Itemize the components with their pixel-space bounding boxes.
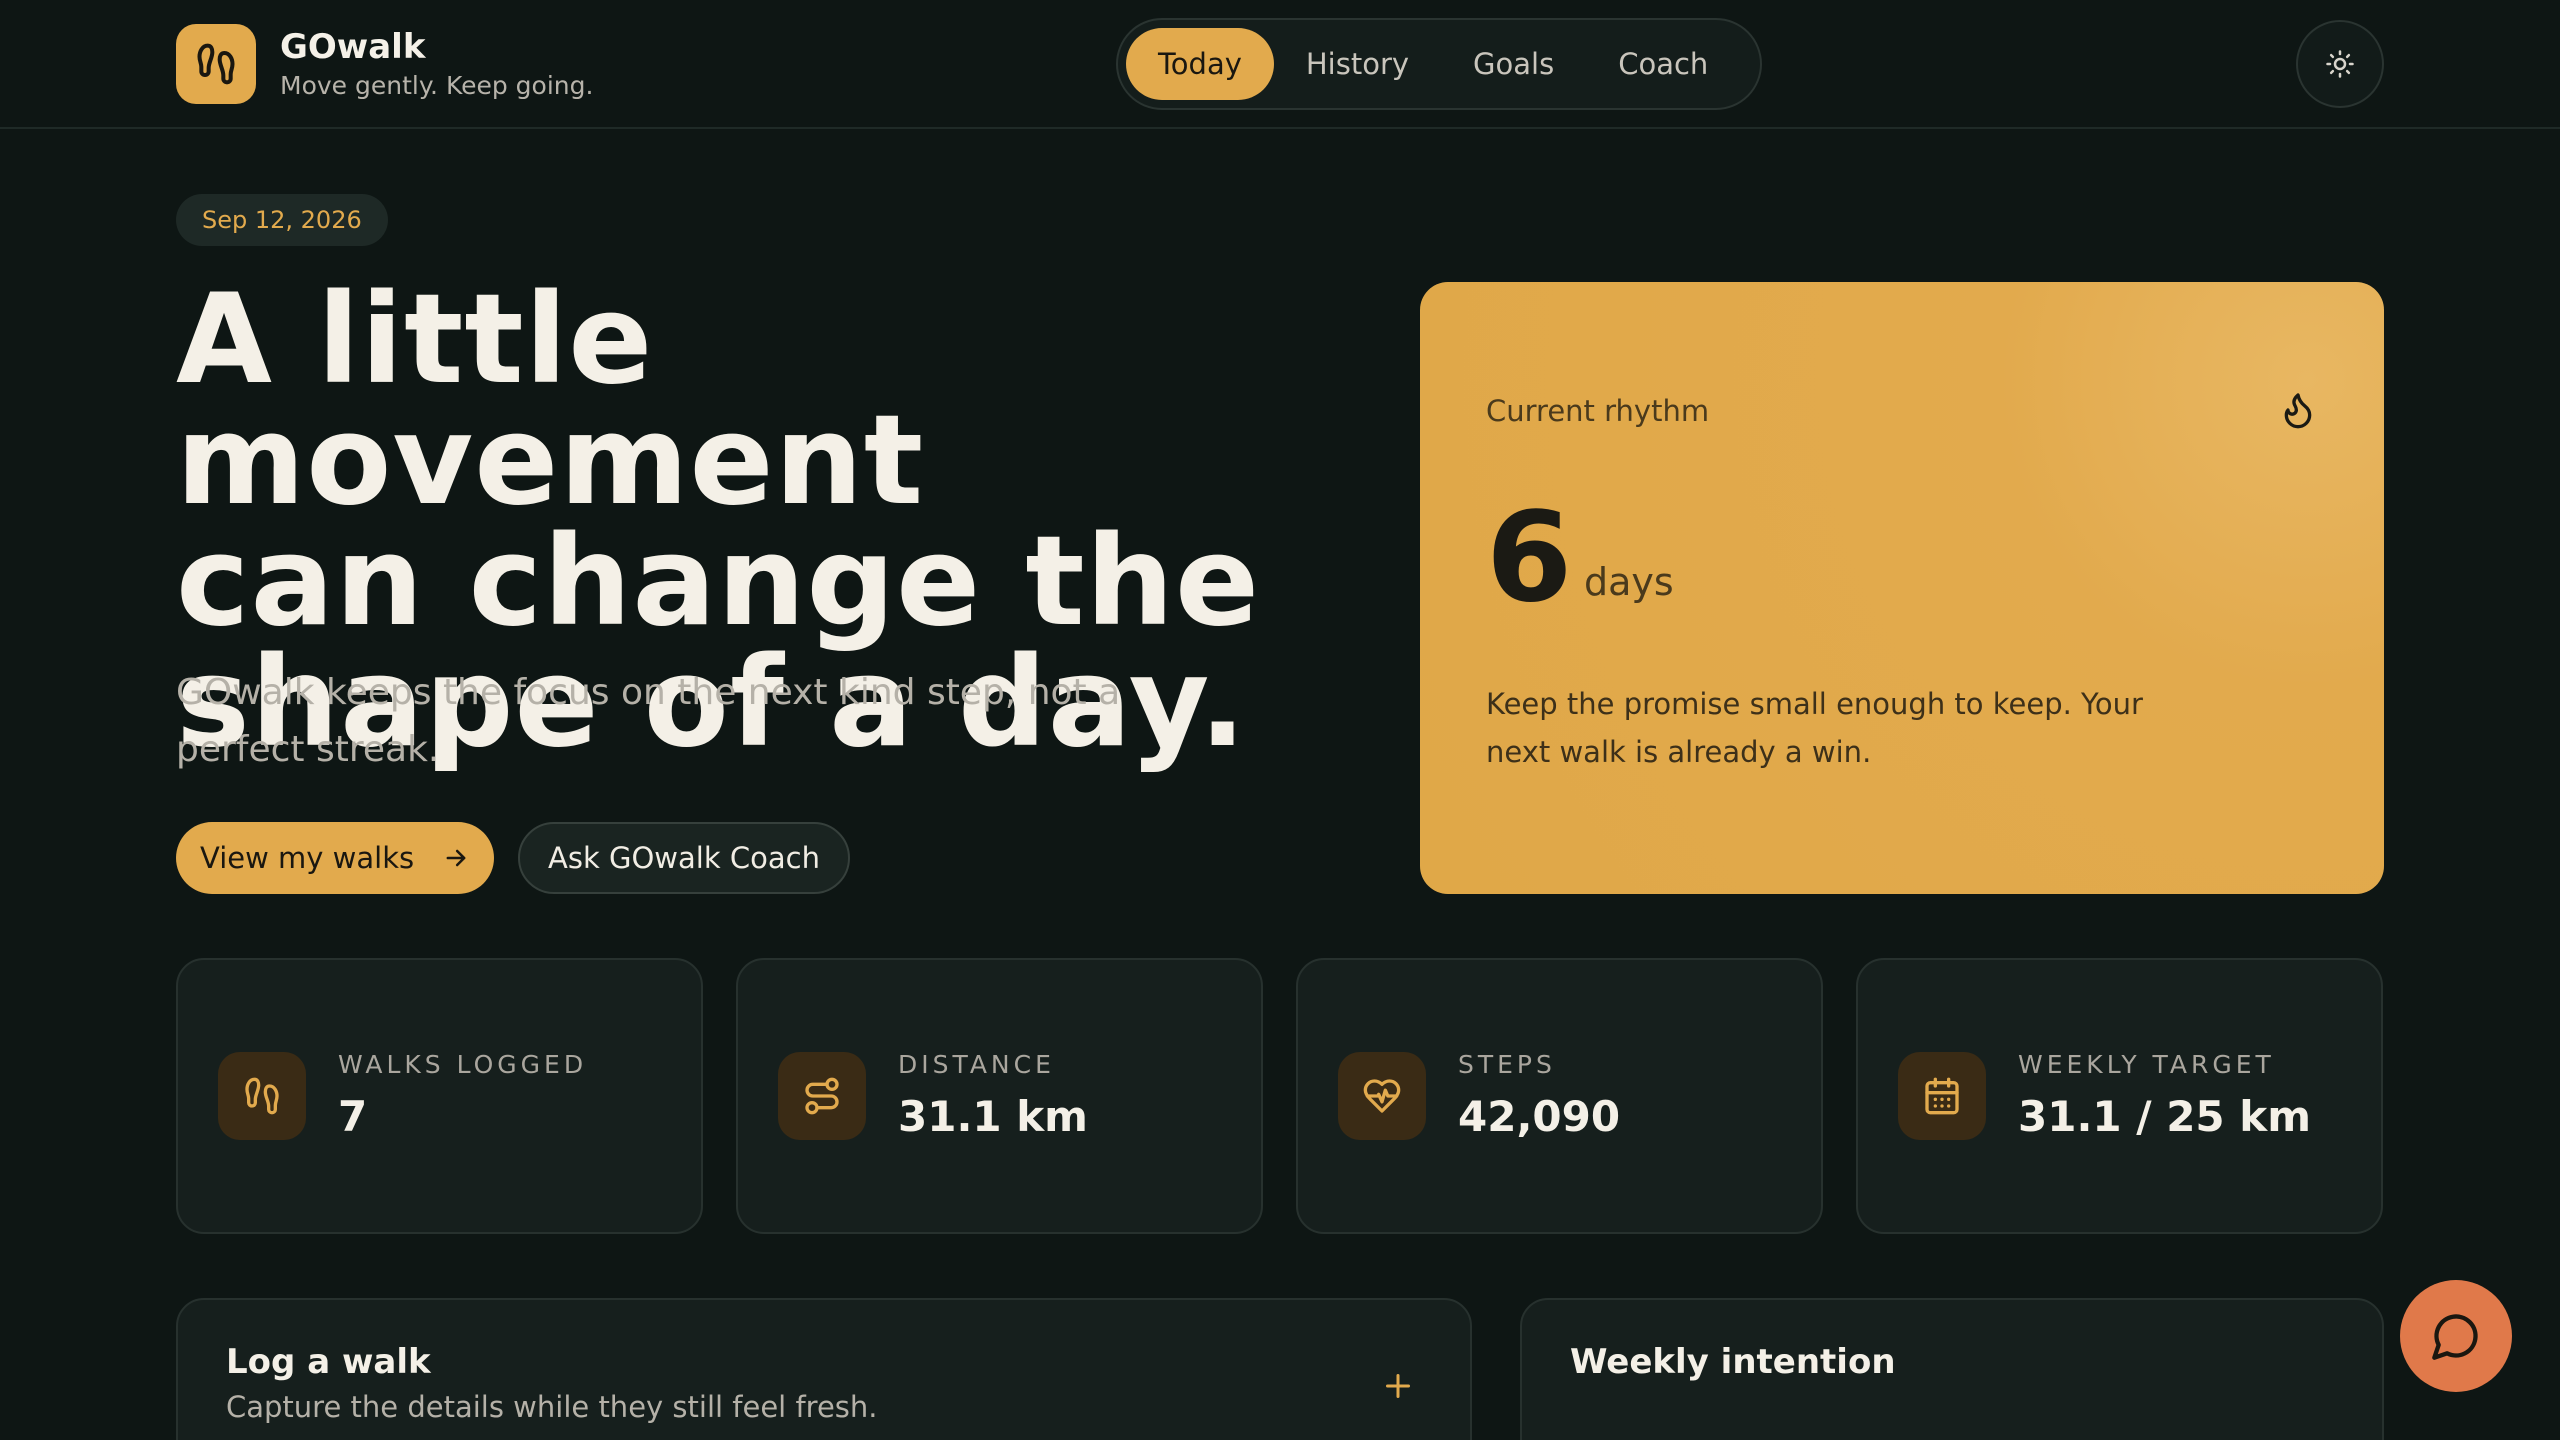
stat-card-weekly-target: WEEKLY TARGET 31.1 / 25 km bbox=[1856, 958, 2383, 1234]
route-icon bbox=[778, 1052, 866, 1140]
stat-value: 42,090 bbox=[1458, 1092, 1621, 1141]
stat-value: 31.1 km bbox=[898, 1092, 1088, 1141]
chat-bubble-icon bbox=[2432, 1314, 2478, 1360]
arrow-right-icon bbox=[446, 849, 466, 867]
plus-icon bbox=[1386, 1374, 1410, 1398]
chat-fab-button[interactable] bbox=[2400, 1280, 2512, 1392]
theme-toggle-button[interactable] bbox=[2296, 20, 2384, 108]
stat-label: STEPS bbox=[1458, 1050, 1556, 1079]
log-walk-title: Log a walk bbox=[226, 1342, 431, 1382]
date-badge: Sep 12, 2026 bbox=[176, 194, 388, 246]
rhythm-unit: days bbox=[1584, 560, 1674, 604]
stat-label: WALKS LOGGED bbox=[338, 1050, 588, 1079]
tab-history[interactable]: History bbox=[1274, 28, 1441, 100]
hero-title-line: A little movement bbox=[176, 268, 925, 533]
ask-coach-button[interactable]: Ask GOwalk Coach bbox=[518, 822, 850, 894]
rhythm-note-line: Keep the promise small enough to keep. Y… bbox=[1486, 687, 2143, 721]
view-walks-button[interactable]: View my walks bbox=[176, 822, 494, 894]
sun-icon bbox=[2326, 50, 2354, 78]
stat-label: WEEKLY TARGET bbox=[2018, 1050, 2275, 1079]
stat-card-distance: DISTANCE 31.1 km bbox=[736, 958, 1263, 1234]
rhythm-label: Current rhythm bbox=[1486, 394, 1710, 428]
log-walk-card: Log a walk Capture the details while the… bbox=[176, 1298, 1472, 1440]
hero-subtitle-line: GOwalk keeps the focus on the next kind … bbox=[176, 672, 1121, 713]
log-walk-subtitle: Capture the details while they still fee… bbox=[226, 1390, 878, 1424]
stat-value: 7 bbox=[338, 1092, 368, 1141]
footprints-icon bbox=[218, 1052, 306, 1140]
rhythm-note-line: next walk is already a win. bbox=[1486, 735, 1872, 769]
view-walks-label: View my walks bbox=[200, 841, 415, 875]
stat-value: 31.1 / 25 km bbox=[2018, 1092, 2311, 1141]
hero-title-line: can change the bbox=[176, 510, 1261, 654]
ask-coach-label: Ask GOwalk Coach bbox=[548, 841, 820, 875]
brand-tagline: Move gently. Keep going. bbox=[280, 71, 594, 100]
hero-subtitle: GOwalk keeps the focus on the next kind … bbox=[176, 664, 1216, 778]
tab-coach[interactable]: Coach bbox=[1586, 28, 1740, 100]
calendar-icon bbox=[1898, 1052, 1986, 1140]
stat-card-steps: STEPS 42,090 bbox=[1296, 958, 1823, 1234]
rhythm-note: Keep the promise small enough to keep. Y… bbox=[1486, 680, 2186, 776]
flame-icon bbox=[2278, 390, 2318, 434]
stat-card-walks: WALKS LOGGED 7 bbox=[176, 958, 703, 1234]
app-root: GOwalk Move gently. Keep going. Today Hi… bbox=[0, 0, 2560, 1440]
rhythm-value: 6 bbox=[1486, 486, 1573, 630]
weekly-intention-card: Weekly intention bbox=[1520, 1298, 2384, 1440]
stat-label: DISTANCE bbox=[898, 1050, 1055, 1079]
tab-goals[interactable]: Goals bbox=[1441, 28, 1586, 100]
brand[interactable]: GOwalk Move gently. Keep going. bbox=[176, 24, 593, 104]
brand-name: GOwalk bbox=[280, 27, 426, 67]
main-nav: Today History Goals Coach bbox=[1116, 18, 1762, 110]
weekly-intention-title: Weekly intention bbox=[1570, 1342, 1896, 1382]
top-bar: GOwalk Move gently. Keep going. Today Hi… bbox=[0, 0, 2560, 129]
rhythm-card: Current rhythm 6 days Keep the promise s… bbox=[1420, 282, 2384, 894]
hero-subtitle-line: perfect streak. bbox=[176, 729, 440, 770]
heart-pulse-icon bbox=[1338, 1052, 1426, 1140]
footprints-logo-icon bbox=[176, 24, 256, 104]
add-walk-button[interactable] bbox=[1380, 1368, 1416, 1408]
tab-today[interactable]: Today bbox=[1126, 28, 1274, 100]
